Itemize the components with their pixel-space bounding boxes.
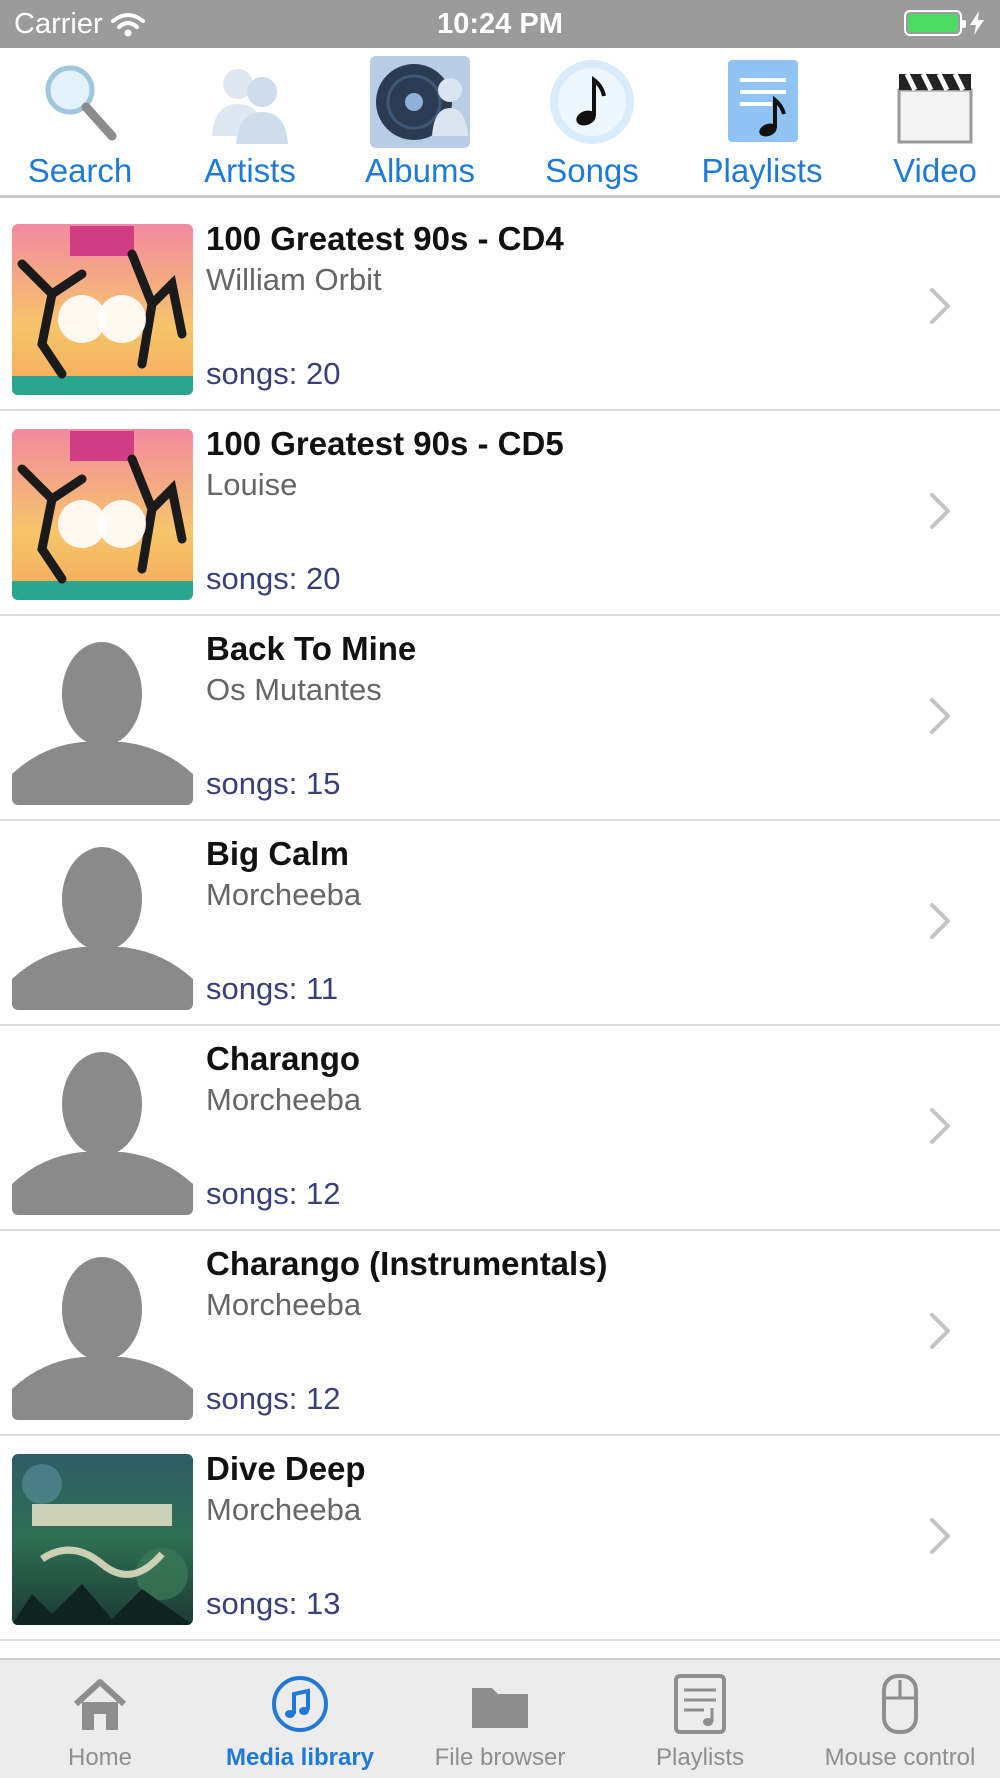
chevron-right-icon: [930, 1518, 950, 1554]
playlist-doc-icon: [674, 1674, 726, 1734]
music-note-icon: [272, 1676, 328, 1732]
tab-file-browser[interactable]: File browser: [400, 1660, 600, 1778]
chevron-right-icon: [930, 698, 950, 734]
song-count: songs: 12: [206, 1176, 341, 1211]
artists-icon: [212, 69, 288, 144]
album-artist: Os Mutantes: [206, 672, 382, 707]
tab-artists[interactable]: Artists: [170, 48, 330, 198]
album-row[interactable]: Charango Morcheeba songs: 12: [0, 1026, 1000, 1231]
placeholder-silhouette-icon: [12, 1249, 193, 1420]
placeholder-silhouette-icon: [12, 634, 193, 805]
tab-songs-label: Songs: [545, 152, 639, 189]
tab-artists-label: Artists: [204, 152, 296, 189]
tab-media-library-label: Media library: [225, 1744, 375, 1771]
tab-home-label: Home: [67, 1744, 133, 1771]
charging-bolt-icon: [970, 11, 984, 35]
song-count: songs: 15: [206, 766, 341, 801]
tab-playlists-bottom-label: Playlists: [655, 1744, 745, 1771]
tab-playlists[interactable]: Playlists: [682, 48, 842, 198]
album-artist: Louise: [206, 467, 298, 502]
placeholder-silhouette-icon: [12, 1044, 193, 1215]
tab-playlists-bottom[interactable]: Playlists: [600, 1660, 800, 1778]
song-count: songs: 13: [206, 1586, 341, 1621]
album-row[interactable]: Big Calm Morcheeba songs: 11: [0, 821, 1000, 1026]
album-row[interactable]: Charango (Instrumentals) Morcheeba songs…: [0, 1231, 1000, 1436]
search-icon: [45, 65, 117, 141]
chevron-right-icon: [930, 1108, 950, 1144]
category-tab-bar: Search Artists Albums Songs Playlists Vi…: [0, 48, 1000, 198]
album-row[interactable]: Back To Mine Os Mutantes songs: 15: [0, 616, 1000, 821]
tab-songs[interactable]: Songs: [512, 48, 672, 198]
folder-icon: [472, 1688, 528, 1728]
tab-playlists-label: Playlists: [701, 152, 823, 189]
album-artist: Morcheeba: [206, 1082, 362, 1117]
chevron-right-icon: [930, 1313, 950, 1349]
chevron-right-icon: [930, 288, 950, 324]
placeholder-silhouette-icon: [12, 839, 193, 1010]
songs-icon: [550, 60, 634, 144]
album-cover-90s: [12, 224, 193, 395]
album-cover-90s: [12, 429, 193, 600]
chevron-right-icon: [930, 903, 950, 939]
album-title: Back To Mine: [206, 630, 417, 667]
home-icon: [73, 1679, 127, 1730]
album-cover-dive-deep: [12, 1454, 193, 1625]
status-bar: Carrier 10:24 PM: [0, 0, 1000, 48]
album-title: Dive Deep: [206, 1450, 366, 1487]
bottom-tab-bar: Home Media library File browser Playlist…: [0, 1658, 1000, 1778]
mouse-icon: [882, 1674, 918, 1734]
tab-albums-label: Albums: [364, 152, 476, 189]
album-title: Charango (Instrumentals): [206, 1245, 608, 1282]
album-artist: Morcheeba: [206, 1492, 362, 1527]
album-row[interactable]: 100 Greatest 90s - CD5 Louise songs: 20: [0, 411, 1000, 616]
video-icon: [897, 72, 973, 144]
albums-icon: [370, 56, 470, 148]
song-count: songs: 11: [206, 971, 339, 1006]
album-artist: Morcheeba: [206, 877, 362, 912]
album-title: 100 Greatest 90s - CD5: [206, 425, 564, 462]
tab-search[interactable]: Search: [0, 48, 160, 198]
album-title: 100 Greatest 90s - CD4: [206, 220, 564, 257]
battery-icon: [904, 10, 966, 36]
tab-mouse-control-label: Mouse control: [824, 1744, 976, 1771]
album-row[interactable]: 100 Greatest 90s - CD4 William Orbit son…: [0, 206, 1000, 411]
tab-mouse-control[interactable]: Mouse control: [800, 1660, 1000, 1778]
tab-search-label: Search: [27, 152, 133, 189]
song-count: songs: 12: [206, 1381, 341, 1416]
song-count: songs: 20: [206, 561, 341, 596]
status-time: 10:24 PM: [437, 8, 563, 40]
chevron-right-icon: [930, 493, 950, 529]
tab-home[interactable]: Home: [0, 1660, 200, 1778]
tab-video[interactable]: Video: [855, 48, 1000, 198]
battery-indicator: [904, 10, 986, 36]
song-count: songs: 20: [206, 356, 341, 391]
album-title: Charango: [206, 1040, 361, 1077]
album-artist: Morcheeba: [206, 1287, 362, 1322]
album-row[interactable]: Dive Deep Morcheeba songs: 13: [0, 1436, 1000, 1641]
tab-video-label: Video: [893, 152, 977, 189]
album-title: Big Calm: [206, 835, 350, 872]
tab-media-library[interactable]: Media library: [200, 1660, 400, 1778]
tab-albums[interactable]: Albums: [340, 48, 500, 198]
playlists-icon: [728, 60, 798, 142]
album-artist: William Orbit: [206, 262, 382, 297]
tab-file-browser-label: File browser: [434, 1744, 566, 1771]
